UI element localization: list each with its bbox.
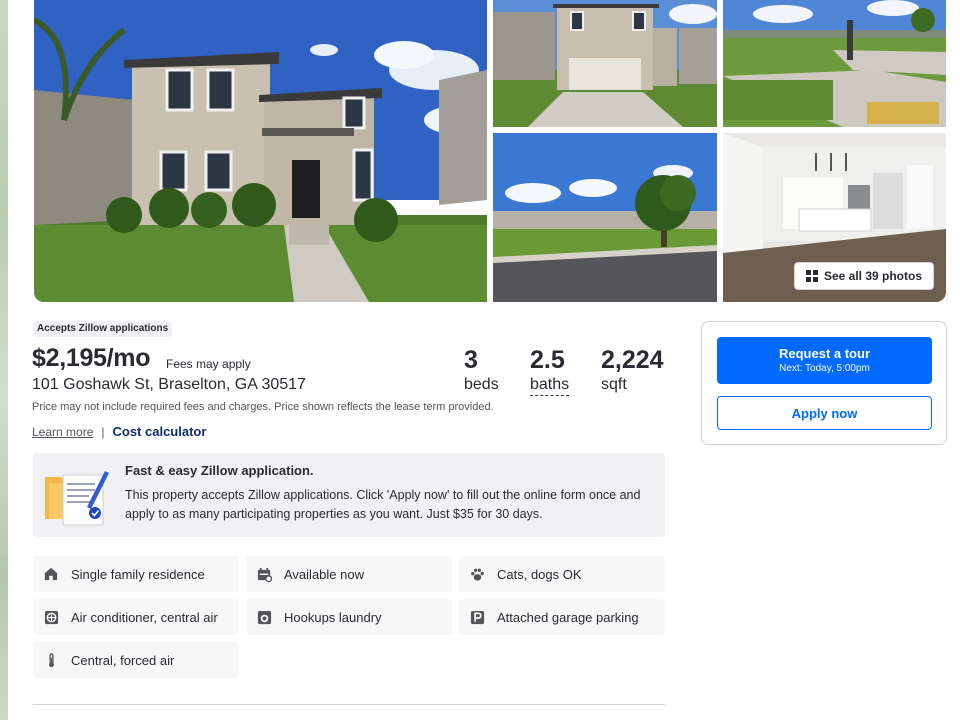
baths-value: 2.5: [530, 346, 565, 374]
thermometer-icon: [43, 652, 59, 668]
apply-now-button[interactable]: Apply now: [717, 396, 932, 430]
fact-text: Central, forced air: [71, 652, 175, 668]
stat-baths[interactable]: 2.5 baths: [530, 346, 570, 396]
fact-text: Single family residence: [71, 566, 205, 582]
fact-text: Air conditioner, central air: [71, 609, 218, 625]
cost-calculator-link[interactable]: Cost calculator: [113, 424, 207, 439]
fact-text: Attached garage parking: [497, 609, 639, 625]
calendar-icon: [256, 566, 272, 582]
fact-laundry: Hookups laundry: [246, 599, 452, 635]
parking-icon: [469, 609, 485, 625]
fact-text: Hookups laundry: [284, 609, 382, 625]
photo-neighborhood[interactable]: [493, 133, 717, 302]
photo-rear-exterior[interactable]: [493, 0, 717, 127]
sqft-value: 2,224: [601, 346, 664, 374]
fact-heating: Central, forced air: [33, 642, 239, 678]
contact-card: Request a tour Next: Today, 5:00pm Apply…: [701, 321, 947, 445]
see-all-photos-button[interactable]: See all 39 photos: [793, 262, 934, 290]
listing-price: $2,195/mo: [32, 344, 151, 372]
fact-text: Cats, dogs OK: [497, 566, 582, 582]
stat-sqft: 2,224 sqft: [601, 346, 664, 394]
price-disclaimer: Price may not include required fees and …: [32, 401, 494, 413]
stat-beds: 3 beds: [464, 346, 499, 394]
accepts-applications-badge: Accepts Zillow applications: [33, 321, 173, 337]
laundry-icon: [256, 609, 272, 625]
application-description: This property accepts Zillow application…: [125, 488, 641, 521]
photo-gallery: See all 39 photos: [34, 0, 946, 302]
next-tour-time: Next: Today, 5:00pm: [779, 363, 870, 374]
application-documents-icon: [43, 467, 111, 527]
see-all-photos-label: See all 39 photos: [823, 269, 922, 283]
photo-main-exterior[interactable]: [34, 0, 487, 302]
photo-street-sidewalk[interactable]: [723, 0, 946, 127]
baths-label[interactable]: baths: [530, 376, 570, 396]
house-icon: [43, 566, 59, 582]
photo-kitchen-interior[interactable]: See all 39 photos: [723, 133, 946, 302]
fact-pets: Cats, dogs OK: [459, 556, 665, 592]
fact-cooling: Air conditioner, central air: [33, 599, 239, 635]
application-title: Fast & easy Zillow application.: [125, 463, 314, 478]
sqft-label: sqft: [601, 376, 627, 393]
listing-address: 101 Goshawk St, Braselton, GA 30517: [32, 376, 306, 393]
map-edge: [0, 0, 8, 720]
section-divider: [33, 704, 665, 705]
fact-parking: Attached garage parking: [459, 599, 665, 635]
air-conditioner-icon: [43, 609, 59, 625]
link-separator: |: [101, 424, 105, 439]
beds-value: 3: [464, 346, 478, 374]
grid-icon: [805, 270, 818, 282]
beds-label: beds: [464, 376, 499, 393]
fact-home-type: Single family residence: [33, 556, 239, 592]
fact-availability: Available now: [246, 556, 452, 592]
request-tour-button[interactable]: Request a tour Next: Today, 5:00pm: [717, 337, 932, 384]
fact-text: Available now: [284, 566, 364, 582]
paw-icon: [469, 566, 485, 582]
fees-note: Fees may apply: [166, 357, 251, 371]
request-tour-label: Request a tour: [778, 346, 870, 361]
price-links: Learn more | Cost calculator: [32, 424, 206, 439]
zillow-application-box: Fast & easy Zillow application. This pro…: [33, 453, 665, 537]
learn-more-link[interactable]: Learn more: [32, 425, 93, 439]
